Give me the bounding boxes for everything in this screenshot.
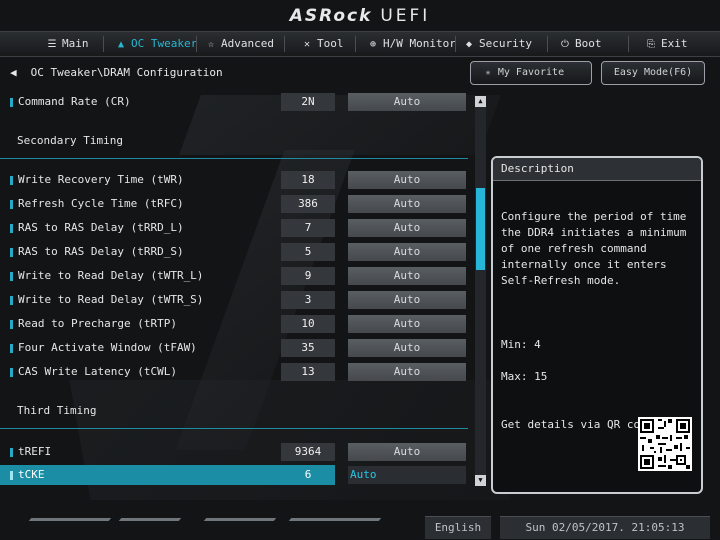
language-selector[interactable]: English xyxy=(425,516,491,539)
setting-label: Write to Read Delay (tWTR_L) xyxy=(18,269,204,282)
setting-row-tcke[interactable]: tCKE 6 Auto xyxy=(0,465,466,485)
setting-label: tCKE xyxy=(18,468,45,481)
setting-label: RAS to RAS Delay (tRRD_L) xyxy=(18,221,184,234)
setting-value: 7 xyxy=(281,219,335,237)
setting-option[interactable]: Auto xyxy=(348,93,466,111)
brand-name: ASRock xyxy=(289,6,373,26)
qr-code-icon xyxy=(638,417,692,471)
easy-mode-button[interactable]: Easy Mode(F6) xyxy=(601,61,705,85)
description-min: Min: 4 xyxy=(501,338,541,351)
setting-label: tREFI xyxy=(18,445,52,458)
setting-row-trrd-s[interactable]: RAS to RAS Delay (tRRD_S) 5 Auto xyxy=(0,242,470,262)
setting-option[interactable]: Auto xyxy=(348,363,466,381)
setting-label: Write Recovery Time (tWR) xyxy=(18,173,184,186)
setting-label: Refresh Cycle Time (tRFC) xyxy=(18,197,184,210)
setting-option[interactable]: Auto xyxy=(348,171,466,189)
setting-value: 9364 xyxy=(281,443,335,461)
description-text: Configure the period of time the DDR4 in… xyxy=(501,210,687,287)
setting-option[interactable]: Auto xyxy=(348,195,466,213)
section-title-secondary: Secondary Timing xyxy=(17,134,123,147)
setting-option[interactable]: Auto xyxy=(348,315,466,333)
setting-row-trtp[interactable]: Read to Precharge (tRTP) 10 Auto xyxy=(0,314,470,334)
setting-label: RAS to RAS Delay (tRRD_S) xyxy=(18,245,184,258)
breadcrumb-path: OC Tweaker\DRAM Configuration xyxy=(30,66,223,79)
setting-option[interactable]: Auto xyxy=(348,339,466,357)
setting-value: 2N xyxy=(281,93,335,111)
gauge-icon: ⊕ xyxy=(369,39,377,50)
setting-label: Write to Read Delay (tWTR_S) xyxy=(18,293,204,306)
star-icon: ★ xyxy=(485,67,492,78)
setting-option[interactable]: Auto xyxy=(348,267,466,285)
scroll-down-icon[interactable]: ▼ xyxy=(475,475,486,486)
scrollbar-thumb[interactable] xyxy=(476,188,485,270)
setting-option[interactable]: Auto xyxy=(348,466,466,484)
tab-boot[interactable]: ⏻ Boot xyxy=(559,32,601,56)
setting-value: 35 xyxy=(281,339,335,357)
setting-row-trrd-l[interactable]: RAS to RAS Delay (tRRD_L) 7 Auto xyxy=(0,218,470,238)
product-name: UEFI xyxy=(380,6,431,26)
setting-label: CAS Write Latency (tCWL) xyxy=(18,365,177,378)
setting-option[interactable]: Auto xyxy=(348,291,466,309)
my-favorite-button[interactable]: ★ My Favorite xyxy=(470,61,592,85)
main-nav: ☰ Main ▲ OC Tweaker ☆ Advanced ✕ Tool ⊕ H/W M… xyxy=(0,31,720,57)
setting-label: Command Rate (CR) xyxy=(18,95,131,108)
setting-row-trefi[interactable]: tREFI 9364 Auto xyxy=(0,442,470,462)
setting-value: 9 xyxy=(281,267,335,285)
datetime-display: Sun 02/05/2017. 21:05:13 xyxy=(500,516,710,539)
setting-row-twtr-s[interactable]: Write to Read Delay (tWTR_S) 3 Auto xyxy=(0,290,470,310)
description-panel: Description Configure the period of time… xyxy=(491,156,703,494)
power-icon: ⏻ xyxy=(561,39,569,50)
setting-value: 6 xyxy=(281,466,335,484)
flame-icon: ▲ xyxy=(117,39,125,50)
setting-label: Read to Precharge (tRTP) xyxy=(18,317,177,330)
brand-logo: ASRock UEFI xyxy=(0,6,720,26)
setting-row-command-rate[interactable]: Command Rate (CR) 2N Auto xyxy=(0,92,470,112)
wrench-icon: ✕ xyxy=(303,39,311,50)
setting-value: 386 xyxy=(281,195,335,213)
setting-option[interactable]: Auto xyxy=(348,443,466,461)
description-body: Configure the period of time the DDR4 in… xyxy=(493,181,701,401)
tab-security[interactable]: ◆ Security xyxy=(463,32,532,56)
tab-main[interactable]: ☰ Main xyxy=(46,32,89,56)
exit-icon: ⎘ xyxy=(647,39,655,50)
section-title-third: Third Timing xyxy=(17,404,97,417)
tab-advanced[interactable]: ☆ Advanced xyxy=(205,32,274,56)
setting-option[interactable]: Auto xyxy=(348,219,466,237)
setting-row-twtr-l[interactable]: Write to Read Delay (tWTR_L) 9 Auto xyxy=(0,266,470,286)
shield-icon: ◆ xyxy=(465,39,473,50)
setting-row-twr[interactable]: Write Recovery Time (tWR) 18 Auto xyxy=(0,170,470,190)
star-icon: ☆ xyxy=(207,39,215,50)
description-max: Max: 15 xyxy=(501,370,548,383)
back-arrow-icon[interactable]: ◀ xyxy=(10,66,24,79)
setting-row-trfc[interactable]: Refresh Cycle Time (tRFC) 386 Auto xyxy=(0,194,470,214)
settings-list: Command Rate (CR) 2N Auto Secondary Timi… xyxy=(0,88,488,488)
setting-value: 5 xyxy=(281,243,335,261)
setting-value: 3 xyxy=(281,291,335,309)
setting-value: 13 xyxy=(281,363,335,381)
footer: English Sun 02/05/2017. 21:05:13 xyxy=(0,512,720,540)
list-icon: ☰ xyxy=(47,39,57,50)
setting-row-tfaw[interactable]: Four Activate Window (tFAW) 35 Auto xyxy=(0,338,470,358)
setting-value: 10 xyxy=(281,315,335,333)
setting-option[interactable]: Auto xyxy=(348,243,466,261)
description-title: Description xyxy=(493,158,701,181)
setting-value: 18 xyxy=(281,171,335,189)
qr-label: Get details via QR code xyxy=(501,418,654,431)
tab-exit[interactable]: ⎘ Exit xyxy=(645,32,688,56)
scroll-up-icon[interactable]: ▲ xyxy=(475,96,486,107)
scrollbar[interactable]: ▲ ▼ xyxy=(475,96,486,486)
tab-hw-monitor[interactable]: ⊕ H/W Monitor xyxy=(367,32,456,56)
tab-oc-tweaker[interactable]: ▲ OC Tweaker xyxy=(115,32,197,56)
breadcrumb: ◀ OC Tweaker\DRAM Configuration xyxy=(10,66,223,79)
tab-tool[interactable]: ✕ Tool xyxy=(301,32,344,56)
setting-row-tcwl[interactable]: CAS Write Latency (tCWL) 13 Auto xyxy=(0,362,470,382)
setting-label: Four Activate Window (tFAW) xyxy=(18,341,197,354)
